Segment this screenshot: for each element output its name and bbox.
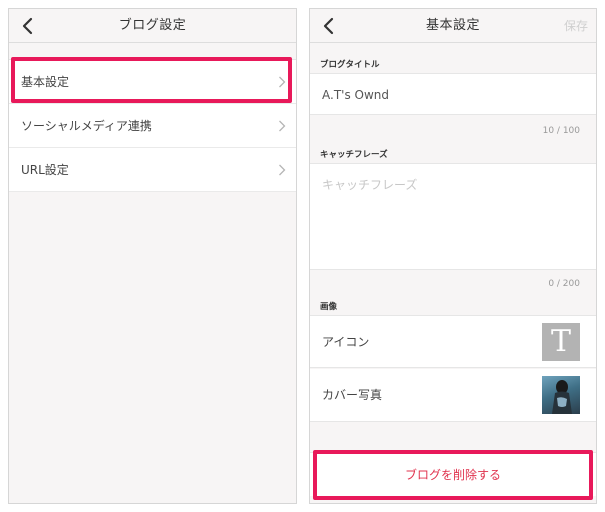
menu-item-label: ソーシャルメディア連携 [21, 119, 152, 133]
chevron-right-icon [279, 164, 286, 176]
menu-item-label: 基本設定 [21, 75, 70, 89]
save-button[interactable]: 保存 [564, 9, 588, 43]
catchphrase-counter: 0 / 200 [548, 279, 580, 289]
cover-photo-row[interactable]: カバー写真 [310, 369, 596, 422]
delete-blog-label: ブログを削除する [404, 468, 501, 482]
menu-item-url-settings[interactable]: URL設定 [9, 148, 296, 192]
image-label: 画像 [320, 302, 338, 312]
settings-menu: 基本設定 ソーシャルメディア連携 URL設定 [9, 59, 296, 192]
cover-photo-row-label: カバー写真 [322, 388, 383, 402]
blog-settings-screen: ブログ設定 基本設定 ソーシャルメディア連携 URL設定 [8, 8, 297, 504]
basic-settings-screen: 基本設定 保存 ブログタイトル A.T's Ownd 10 / 100 キャッチ… [309, 8, 597, 504]
delete-blog-button[interactable]: ブログを削除する [310, 452, 596, 496]
catchphrase-input[interactable]: キャッチフレーズ [310, 163, 596, 270]
catchphrase-label: キャッチフレーズ [320, 150, 388, 160]
blog-title-value: A.T's Ownd [322, 88, 389, 102]
page-title: 基本設定 [425, 18, 480, 33]
icon-row[interactable]: アイコン T [310, 315, 596, 368]
icon-row-label: アイコン [322, 335, 370, 349]
cover-photo-icon [552, 380, 572, 414]
navbar: 基本設定 保存 [310, 9, 596, 43]
blog-title-input[interactable]: A.T's Ownd [310, 73, 596, 115]
catchphrase-placeholder: キャッチフレーズ [322, 178, 418, 192]
chevron-right-icon [279, 76, 286, 88]
chevron-right-icon [279, 120, 286, 132]
menu-item-basic-settings[interactable]: 基本設定 [9, 60, 296, 104]
page-title: ブログ設定 [118, 18, 187, 33]
menu-item-social-media[interactable]: ソーシャルメディア連携 [9, 104, 296, 148]
blog-icon-thumbnail[interactable]: T [542, 323, 580, 361]
blog-title-label: ブログタイトル [320, 60, 380, 70]
cover-photo-thumbnail[interactable] [542, 376, 580, 414]
navbar: ブログ設定 [9, 9, 296, 43]
blog-title-counter: 10 / 100 [542, 126, 580, 136]
menu-item-label: URL設定 [21, 163, 69, 177]
